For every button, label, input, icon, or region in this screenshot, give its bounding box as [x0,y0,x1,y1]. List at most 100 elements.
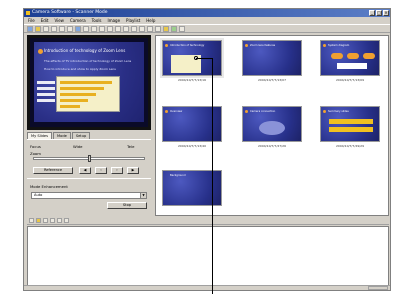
live-preview[interactable]: Introduction of technology of Zoom Lens … [27,35,151,130]
next-icon[interactable] [123,26,129,32]
thumbnail-item[interactable]: Camera connection 2004/10/7/7/27/26 [242,106,302,150]
rotate-icon[interactable] [91,26,97,32]
tab-mode[interactable]: Mode [53,132,71,139]
main-toolbar [24,24,390,33]
app-window: Camera Software - Scanner Mode _ □ × Fil… [23,8,391,291]
bullet-dot-icon [323,110,326,113]
menu-view[interactable]: View [54,17,64,24]
chart-bar [60,93,96,96]
delete-icon[interactable] [43,218,48,223]
thumbnail-item[interactable]: Background [162,170,222,214]
thumbnail-title: Overview [170,110,183,113]
close-button[interactable]: × [383,10,389,16]
mode-select-value: Auto [34,193,43,197]
tab-my-slides[interactable]: My Slides [27,132,53,139]
menu-image[interactable]: Image [108,17,121,24]
move-down-icon[interactable] [57,218,62,223]
chart-bar [60,105,80,108]
maximize-button[interactable]: □ [376,10,382,16]
thumbnail-item[interactable]: System diagram 2004/10/7/7/13/09 [320,40,380,84]
thumbnail-title: Background [170,174,186,177]
reference-button[interactable]: Reference [33,167,73,174]
menu-help[interactable]: Help [146,17,155,24]
thumbnail-image: Overview [162,106,222,142]
copy-icon[interactable] [59,26,65,32]
focus-wide-label: Wide [73,144,83,149]
bullet-dot-icon [323,44,326,47]
list-view-icon[interactable] [155,26,161,32]
help-icon[interactable] [179,26,185,32]
thumbnail-caption: 2004/10/7/7/13/16 [178,78,206,82]
new-icon[interactable] [27,26,33,32]
diagram-node [347,53,359,59]
grid-view-icon[interactable] [147,26,153,32]
thumbnail-title: System diagram [328,44,350,47]
step-back-button[interactable]: ◀ [79,167,91,174]
window-controls: _ □ × [369,10,389,16]
save-icon[interactable] [43,26,49,32]
cut-icon[interactable] [51,26,57,32]
stop-button[interactable]: Stop [107,202,147,209]
paste-icon[interactable] [67,26,73,32]
chevron-down-icon[interactable]: ▼ [140,193,146,198]
zoom-out-icon[interactable] [107,26,113,32]
mode-select[interactable]: Auto ▼ [31,192,147,199]
zoom-label: Zoom [30,151,41,156]
bullet-dot-icon [245,110,248,113]
status-bar [24,285,390,290]
thumbnail-caption: 2004/10/7/7/13/40 [178,144,206,148]
thumbnail-item[interactable]: Overview 2004/10/7/7/13/40 [162,106,222,150]
tab-setup[interactable]: Setup [71,132,91,139]
thumbnail-title: Summary slides [328,110,349,113]
select-icon[interactable] [29,218,34,223]
camera-controls: Focus Wide Tele Zoom Reference ◀ ‹ › ▶ M… [27,139,151,215]
thumbnail-image: Introduction of technology [160,38,224,78]
menu-camera[interactable]: Camera [70,17,86,24]
bullet-dot-icon [38,49,43,54]
focus-label: Focus [30,144,41,149]
thumbnail-image: Summary slides [320,106,380,142]
settings-icon[interactable] [171,26,177,32]
menu-tools[interactable]: Tools [92,17,102,24]
thumbnail-title: Camera connection [250,110,276,113]
previous-icon[interactable] [115,26,121,32]
control-tabs: My Slides Mode Setup [27,132,151,139]
bullet-dot-icon [165,110,168,113]
properties-icon[interactable] [64,218,69,223]
print-icon[interactable] [163,26,169,32]
step-small-back-button[interactable]: ‹ [95,167,107,174]
thumbnail-caption: 2004/10/7/7/13/09 [336,78,364,82]
menu-file[interactable]: File [28,17,35,24]
move-up-icon[interactable] [50,218,55,223]
thumbnail-image: Zoom lens features [242,40,302,76]
callout-line [212,58,213,294]
thumbnail-title: Introduction of technology [170,44,205,47]
stop-icon[interactable] [139,26,145,32]
file-list-panel[interactable] [27,226,389,286]
thumbnail-item[interactable]: Zoom lens features 2004/10/7/7/13/07 [242,40,302,84]
thumbnail-caption: 2004/10/7/7/29/29 [336,144,364,148]
menu-bar: File Edit View Camera Tools Image Playli… [24,17,390,24]
open-folder-icon[interactable] [35,26,41,32]
capture-icon[interactable] [75,26,81,32]
divider [27,178,151,179]
thumbnail-item[interactable]: Introduction of technology 2004/10/7/7/1… [160,38,224,84]
thumbnail-graphic [259,121,285,135]
zoom-in-icon[interactable] [99,26,105,32]
zoom-slider-thumb[interactable] [88,155,91,162]
freeze-icon[interactable] [83,26,89,32]
thumbnail-item[interactable]: Summary slides 2004/10/7/7/29/29 [320,106,380,150]
folder-icon[interactable] [36,218,41,223]
menu-edit[interactable]: Edit [41,17,49,24]
thumbnail-image: Background [162,170,222,206]
thumbnail-caption: 2004/10/7/7/27/26 [258,144,286,148]
preview-slide-bullet: The effects of TV introduction of techno… [44,59,132,63]
chart-bar [60,81,112,84]
play-icon[interactable] [131,26,137,32]
minimize-button[interactable]: _ [369,10,375,16]
step-forward-button[interactable]: ▶ [127,167,139,174]
preview-slide: Introduction of technology of Zoom Lens … [34,42,144,122]
menu-playlist[interactable]: Playlist [126,17,140,24]
step-small-forward-button[interactable]: › [111,167,123,174]
zoom-slider[interactable] [33,155,145,162]
